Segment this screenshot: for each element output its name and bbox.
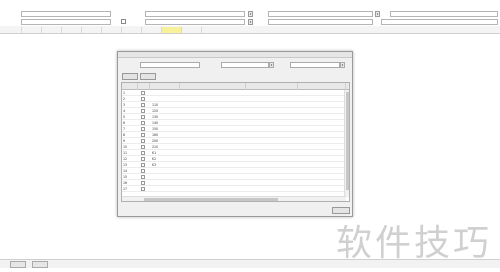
tab-6[interactable] [102,27,122,33]
row-number: 17 [123,187,128,191]
row-checkbox[interactable] [141,103,145,107]
scroll-thumb[interactable] [346,92,349,190]
row-checkbox[interactable] [141,181,145,185]
column-header-code[interactable] [150,83,180,90]
text-field[interactable] [268,10,373,17]
ok-button[interactable] [332,207,350,214]
bottom-button-2[interactable] [32,261,48,268]
column-header-index[interactable] [122,83,138,90]
selection-dialog: ▾ ▾ 1 2 3 110 4 120 5 130 6 140 7 150 8 160 9 200 10 210 1… [117,51,353,217]
tab-bar [0,26,500,34]
checkbox[interactable] [121,19,126,24]
dropdown-button[interactable]: ▾ [340,62,345,68]
row-checkbox[interactable] [141,115,145,119]
vertical-scrollbar[interactable] [344,90,349,197]
tab-3[interactable] [42,27,62,33]
text-field[interactable] [145,18,245,25]
row-checkbox[interactable] [141,163,145,167]
row-checkbox[interactable] [141,109,145,113]
horizontal-scrollbar[interactable] [122,196,346,201]
grid-header [122,83,349,90]
dropdown-button[interactable]: ▾ [248,18,253,25]
table-row[interactable]: 17 [122,186,349,192]
tab-9[interactable] [162,27,182,33]
text-field[interactable] [390,10,498,17]
select-all-button[interactable] [122,73,138,80]
row-checkbox[interactable] [141,91,145,95]
row-checkbox[interactable] [141,139,145,143]
tab-8[interactable] [142,27,162,33]
dialog-title [118,52,352,58]
text-field[interactable] [21,10,111,17]
tab-4[interactable] [62,27,82,33]
clear-button[interactable] [140,73,156,80]
tab-1[interactable] [2,27,22,33]
scroll-thumb[interactable] [144,198,278,201]
watermark-text: 软件技巧 [335,223,492,264]
dropdown-button[interactable]: ▾ [375,10,380,17]
row-checkbox[interactable] [141,127,145,131]
tab-7[interactable] [122,27,142,33]
row-checkbox[interactable] [141,175,145,179]
row-checkbox[interactable] [141,133,145,137]
form-row-2: ▾ [0,17,500,26]
row-checkbox[interactable] [141,151,145,155]
dropdown-button[interactable]: ▾ [248,10,253,17]
column-header-extra[interactable] [298,83,346,90]
row-checkbox[interactable] [141,121,145,125]
column-header-remark[interactable] [246,83,298,90]
row-checkbox[interactable] [141,145,145,149]
tab-2[interactable] [22,27,42,33]
text-field[interactable] [145,10,245,17]
text-field[interactable] [21,18,111,25]
text-field[interactable] [381,18,498,25]
row-checkbox[interactable] [141,169,145,173]
data-grid: 1 2 3 110 4 120 5 130 6 140 7 150 8 160 9 200 10 210 11 K1 1… [121,82,350,202]
filter-input-1[interactable] [140,62,200,68]
text-field[interactable] [268,18,373,25]
tab-10[interactable] [182,27,202,33]
row-checkbox[interactable] [141,97,145,101]
column-header-select[interactable] [138,83,150,90]
filter-input-2[interactable] [221,62,269,68]
row-checkbox[interactable] [141,187,145,191]
tab-5[interactable] [82,27,102,33]
dropdown-button[interactable]: ▾ [269,62,274,68]
row-checkbox[interactable] [141,157,145,161]
bottom-button-1[interactable] [10,261,26,268]
filter-input-3[interactable] [290,62,340,68]
column-header-name[interactable] [180,83,246,90]
